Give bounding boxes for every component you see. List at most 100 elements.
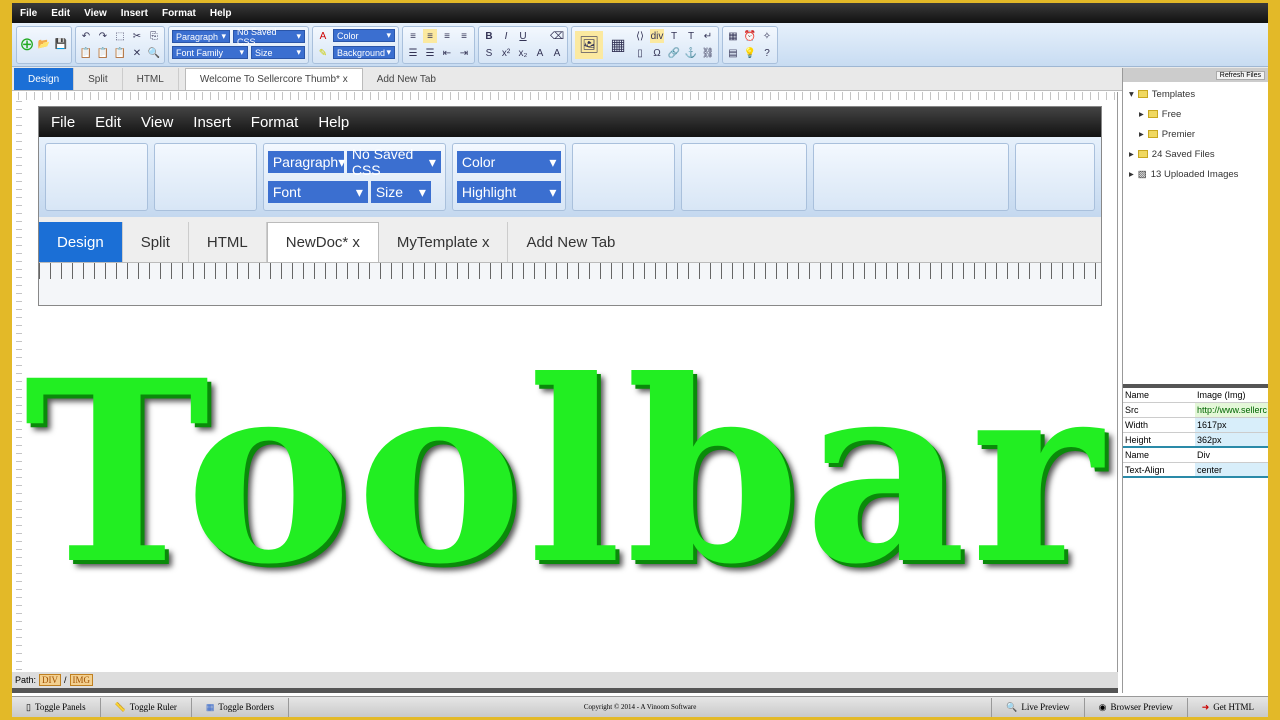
close-tab-icon[interactable]: x — [343, 74, 348, 85]
add-new-tab[interactable]: Add New Tab — [363, 68, 450, 90]
image-font: Font ▾ — [267, 181, 368, 203]
paragraph-select[interactable]: Paragraph ▾ — [172, 30, 230, 43]
prop-value: Div — [1195, 448, 1268, 462]
unlink-icon[interactable]: ⛓ — [701, 46, 715, 60]
horizontal-scrollbar[interactable] — [12, 688, 1118, 693]
undo-icon[interactable]: ↶ — [79, 29, 93, 43]
tip-icon[interactable]: 💡 — [743, 46, 757, 60]
menu-edit[interactable]: Edit — [51, 8, 70, 19]
background-select[interactable]: Background ▾ — [333, 46, 395, 59]
prop-value[interactable]: center — [1195, 463, 1268, 476]
paste-word-icon[interactable]: 📋 — [113, 46, 127, 60]
image-ruler — [39, 263, 1101, 279]
paragraph-mark-icon[interactable]: T — [667, 29, 681, 43]
help-icon[interactable]: ? — [760, 46, 774, 60]
prop-value[interactable]: http://www.sellerc — [1195, 403, 1268, 417]
paste-icon[interactable]: 📋 — [79, 46, 93, 60]
redo-icon[interactable]: ↷ — [96, 29, 110, 43]
cut-icon[interactable]: ✂ — [130, 29, 144, 43]
image-tab: HTML — [189, 222, 267, 262]
size-select[interactable]: Size ▾ — [251, 46, 305, 59]
font-larger-icon[interactable]: A — [550, 46, 564, 60]
form-icon[interactable]: ▯ — [633, 46, 647, 60]
link-icon[interactable]: 🔗 — [667, 46, 681, 60]
align-center-icon[interactable]: ≡ — [423, 29, 437, 43]
tree-item-free[interactable]: ▸ Free — [1123, 104, 1268, 124]
eraser-icon[interactable]: ⌫ — [550, 29, 564, 43]
tab-split[interactable]: Split — [74, 68, 123, 90]
saved-css-select[interactable]: No Saved CSS ▾ — [233, 27, 305, 47]
toolbar-screenshot-image[interactable]: File Edit View Insert Format Help Paragraph ▾ N… — [38, 106, 1102, 306]
prop-name: Height — [1125, 434, 1152, 445]
image-color: Color ▾ — [456, 151, 562, 173]
special-char-icon[interactable]: Ω — [650, 46, 664, 60]
open-icon[interactable]: 📂 — [37, 38, 51, 52]
color-select[interactable]: Color ▾ — [333, 29, 395, 42]
tree-item-templates[interactable]: ▾ Templates — [1123, 84, 1268, 104]
editor-canvas[interactable]: File Edit View Insert Format Help Paragraph ▾ N… — [12, 92, 1118, 672]
indent-icon[interactable]: ⇥ — [457, 46, 471, 60]
tree-item-premier[interactable]: ▸ Premier — [1123, 124, 1268, 144]
outdent-icon[interactable]: ⇤ — [440, 46, 454, 60]
clear-format-icon[interactable]: T — [684, 29, 698, 43]
insert-image-icon[interactable]: 🖼 — [575, 30, 603, 59]
prop-value[interactable]: 362px — [1195, 433, 1268, 446]
copy-icon[interactable]: ⎘ — [147, 29, 161, 43]
font-color-icon[interactable]: A — [316, 29, 330, 43]
tab-html[interactable]: HTML — [123, 68, 179, 90]
remove-icon[interactable]: ✕ — [130, 46, 144, 60]
justify-icon[interactable]: ≡ — [457, 29, 471, 43]
live-preview-button[interactable]: 🔍 Live Preview — [991, 697, 1085, 717]
bold-button[interactable]: B — [482, 29, 496, 43]
prop-value[interactable]: 1617px — [1195, 418, 1268, 432]
path-img[interactable]: IMG — [69, 674, 94, 686]
italic-button[interactable]: I — [499, 29, 513, 43]
image-tab: Split — [123, 222, 189, 262]
numbered-list-icon[interactable]: ☰ — [423, 46, 437, 60]
tab-document[interactable]: Welcome To Sellercore Thumb* x — [184, 68, 363, 90]
strikethrough-icon[interactable]: S — [482, 46, 496, 60]
highlight-icon[interactable]: ✎ — [316, 46, 330, 60]
menu-file[interactable]: File — [20, 8, 37, 19]
underline-button[interactable]: U — [516, 29, 530, 43]
subscript-icon[interactable]: x₂ — [516, 46, 530, 60]
clock-icon[interactable]: ⏰ — [743, 29, 757, 43]
div-icon[interactable]: div — [650, 29, 664, 43]
calendar-icon[interactable]: ▦ — [726, 29, 740, 43]
menu-insert[interactable]: Insert — [121, 8, 148, 19]
save-icon[interactable]: 💾 — [54, 38, 68, 52]
image-paragraph: Paragraph ▾ — [267, 151, 345, 173]
tree-label: Free — [1161, 108, 1182, 120]
html-tag-icon[interactable]: ⟨⟩ — [633, 29, 647, 43]
toggle-panels-button[interactable]: ▯ Toggle Panels — [12, 697, 101, 717]
image-menu-item: View — [141, 113, 174, 131]
find-icon[interactable]: 🔍 — [147, 46, 161, 60]
anchor-icon[interactable]: ⚓ — [684, 46, 698, 60]
toggle-ruler-button[interactable]: 📏 Toggle Ruler — [101, 697, 192, 717]
font-family-select[interactable]: Font Family ▾ — [172, 46, 248, 59]
paste-text-icon[interactable]: 📋 — [96, 46, 110, 60]
insert-table-icon[interactable]: ▦ — [606, 33, 630, 57]
get-html-button[interactable]: ➜ Get HTML — [1188, 698, 1268, 717]
path-div[interactable]: DIV — [39, 674, 62, 686]
tree-item-saved-files[interactable]: ▸ 24 Saved Files — [1123, 144, 1268, 164]
refresh-files-button[interactable]: Refresh Files — [1215, 70, 1265, 80]
clean-icon[interactable]: ✧ — [760, 29, 774, 43]
menu-help[interactable]: Help — [210, 8, 232, 19]
align-left-icon[interactable]: ≡ — [406, 29, 420, 43]
select-icon[interactable]: ⬚ — [113, 29, 127, 43]
tab-design[interactable]: Design — [14, 68, 75, 90]
bullet-list-icon[interactable]: ☰ — [406, 46, 420, 60]
right-panel: Refresh Files ▾ Templates ▸ Free ▸ Premier … — [1122, 68, 1268, 693]
new-document-icon[interactable]: ⊕ — [19, 34, 34, 54]
font-smaller-icon[interactable]: A — [533, 46, 547, 60]
superscript-icon[interactable]: x² — [499, 46, 513, 60]
toggle-borders-button[interactable]: ▦ Toggle Borders — [192, 697, 290, 717]
tree-item-uploaded-images[interactable]: ▸ ▧ 13 Uploaded Images — [1123, 164, 1268, 184]
template-icon[interactable]: ▤ — [726, 46, 740, 60]
browser-preview-button[interactable]: ◉ Browser Preview — [1085, 697, 1188, 717]
menu-format[interactable]: Format — [162, 8, 196, 19]
align-right-icon[interactable]: ≡ — [440, 29, 454, 43]
menu-view[interactable]: View — [84, 8, 107, 19]
line-break-icon[interactable]: ↵ — [701, 29, 715, 43]
